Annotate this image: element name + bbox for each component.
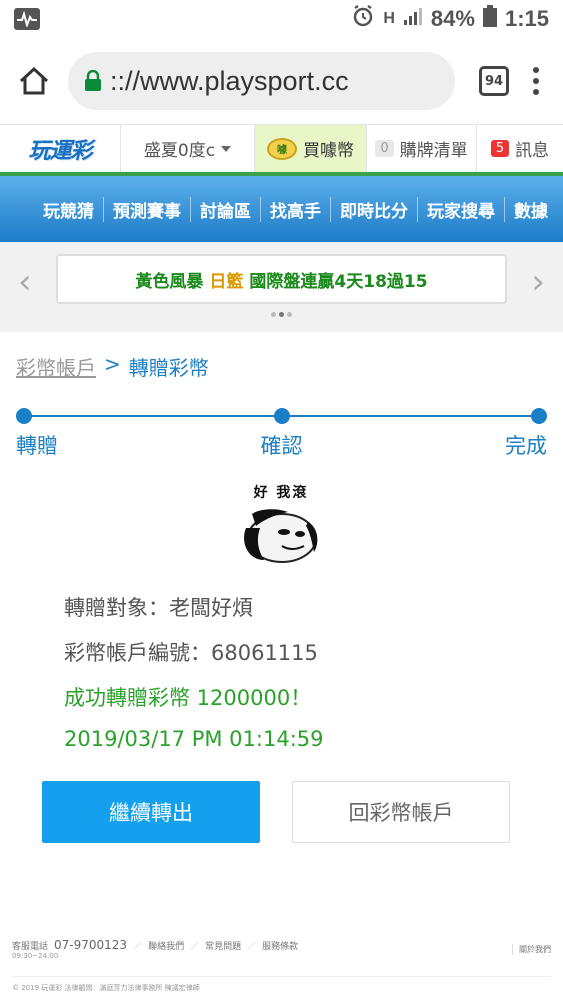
- clock: 1:15: [504, 6, 549, 31]
- step-dot-complete: [531, 408, 547, 424]
- banner-text-c: 國際盤連贏4天18過15: [249, 271, 428, 292]
- continue-transfer-button[interactable]: 繼續轉出: [42, 781, 260, 843]
- footer-link-faq[interactable]: 常見問題: [205, 939, 241, 952]
- site-header: 玩運彩 盛夏0度c 噱 買噱幣 0 購牌清單 5 訊息: [0, 124, 563, 176]
- footer-link-terms[interactable]: 服務條款: [262, 939, 298, 952]
- panda-face-icon: [244, 509, 318, 563]
- cart-button[interactable]: 0 購牌清單: [366, 125, 476, 172]
- carousel-dot-active[interactable]: [279, 312, 284, 317]
- user-menu[interactable]: 盛夏0度c: [120, 125, 254, 172]
- site-logo[interactable]: 玩運彩: [0, 125, 120, 172]
- nav-item-predict[interactable]: 預測賽事: [103, 196, 190, 222]
- back-to-account-button[interactable]: 回彩幣帳戶: [292, 781, 510, 843]
- alarm-icon: [351, 4, 375, 34]
- main-nav: 玩競猜 預測賽事 討論區 找高手 即時比分 玩家搜尋 數據: [0, 176, 563, 242]
- browser-menu-button[interactable]: [521, 61, 551, 101]
- step-labels: 轉贈 確認 完成: [16, 430, 547, 460]
- network-h-icon: H: [383, 10, 395, 27]
- caret-down-icon: [221, 145, 232, 152]
- cart-label: 購牌清單: [399, 141, 468, 161]
- nav-item-guess[interactable]: 玩競猜: [34, 197, 103, 222]
- meme-image: 好 我滾: [238, 482, 324, 572]
- announcement-carousel: ‹ 黃色風暴 日籃 國際盤連贏4天18過15 ›: [0, 242, 563, 332]
- carousel-dot[interactable]: [287, 312, 292, 317]
- service-phone[interactable]: 07-9700123: [54, 938, 127, 952]
- lock-icon: [85, 70, 101, 91]
- status-bar: H 84% 1:15: [0, 0, 563, 38]
- recipient-line: 轉贈對象：老闆好煩: [64, 596, 253, 620]
- progress-steps: [16, 408, 547, 424]
- message-count-badge: 5: [490, 140, 510, 157]
- step-label-confirm: 確認: [260, 434, 303, 458]
- messages-button[interactable]: 5 訊息: [476, 125, 563, 172]
- breadcrumb-separator: >: [104, 352, 121, 376]
- service-hours: 09:30~24:00: [12, 952, 59, 960]
- step-label-transfer: 轉贈: [16, 434, 58, 458]
- copyright: © 2019 玩運彩 法律顧問：滿庭芳力法律事務所 陳議宏律師: [12, 976, 551, 993]
- nav-item-experts[interactable]: 找高手: [260, 196, 330, 222]
- breadcrumb: 彩幣帳戶 > 轉贈彩幣: [16, 352, 209, 381]
- step-label-complete: 完成: [505, 434, 547, 458]
- home-icon: [19, 66, 49, 95]
- signal-icon: [403, 6, 423, 32]
- footer-link-about[interactable]: 關於我們: [512, 943, 551, 955]
- breadcrumb-current: 轉贈彩幣: [128, 356, 209, 380]
- banner-text-b: 日籃: [209, 271, 244, 292]
- nav-item-player-search[interactable]: 玩家搜尋: [417, 196, 504, 222]
- browser-toolbar: :://www.playsport.cc 94: [0, 38, 563, 124]
- address-bar[interactable]: :://www.playsport.cc: [68, 52, 455, 110]
- home-button[interactable]: [12, 59, 56, 103]
- account-number-line: 彩幣帳戶編號：68061115: [64, 641, 318, 665]
- chevron-right-icon[interactable]: ›: [531, 262, 545, 302]
- buy-coins-label: 買噱幣: [303, 141, 354, 161]
- carousel-dots: [0, 312, 563, 317]
- meme-caption: 好 我滾: [253, 485, 309, 501]
- coin-icon: 噱: [267, 137, 297, 160]
- messages-label: 訊息: [515, 141, 550, 161]
- nav-item-forum[interactable]: 討論區: [190, 196, 260, 222]
- url-text: :://www.playsport.cc: [110, 65, 349, 96]
- chevron-left-icon[interactable]: ‹: [18, 262, 32, 302]
- username: 盛夏0度c: [143, 141, 216, 161]
- success-message: 成功轉贈彩幣 1200000！: [64, 686, 312, 710]
- cart-count-badge: 0: [375, 140, 394, 157]
- activity-icon: [14, 8, 40, 30]
- battery-percent: 84%: [430, 6, 475, 31]
- carousel-dot[interactable]: [271, 312, 276, 317]
- buy-coins-button[interactable]: 噱 買噱幣: [254, 125, 366, 172]
- banner-text-a: 黃色風暴: [135, 271, 204, 292]
- nav-item-data[interactable]: 數據: [504, 196, 557, 222]
- announcement-banner[interactable]: 黃色風暴 日籃 國際盤連贏4天18過15: [56, 254, 507, 304]
- service-label: 客服電話: [12, 941, 49, 952]
- tab-switcher-button[interactable]: 94: [479, 66, 509, 96]
- footer-link-contact[interactable]: 聯絡我們: [148, 939, 184, 952]
- transfer-datetime: 2019/03/17 PM 01:14:59: [64, 727, 324, 751]
- breadcrumb-coin-account[interactable]: 彩幣帳戶: [16, 352, 96, 381]
- nav-item-live-score[interactable]: 即時比分: [330, 196, 417, 222]
- battery-icon: [482, 5, 497, 33]
- step-dot-confirm: [273, 408, 290, 424]
- footer: 客服電話 07-9700123 ／ 聯絡我們 ／ 常見問題 ／ 服務條款 09:…: [12, 938, 551, 993]
- step-dot-transfer: [16, 408, 32, 424]
